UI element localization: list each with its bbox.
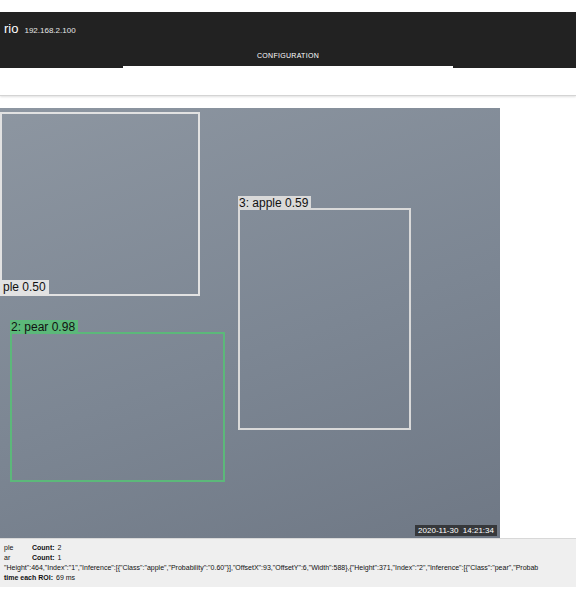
detection-label: ple 0.50 <box>2 280 49 294</box>
results-panel: ple Count:2 ar Count:1"Height":464,"Index":… <box>0 538 576 587</box>
detection-box: ple 0.50 <box>0 112 200 296</box>
class-name: ar <box>4 553 22 562</box>
device-address: 192.168.2.100 <box>24 26 75 35</box>
count-row: ple Count:2 <box>4 543 572 552</box>
header-bar: rio 192.168.2.100 CONFIGURATION <box>0 12 576 68</box>
main-area: ple 0.503: apple 0.592: pear 0.982020-11… <box>0 108 576 538</box>
timing-value: 69 ms <box>56 573 75 582</box>
class-name: ple <box>4 543 22 552</box>
detection-box: 3: apple 0.59 <box>238 208 411 430</box>
side-blank <box>500 108 576 538</box>
detection-label: 3: apple 0.59 <box>238 196 311 210</box>
detection-box: 2: pear 0.98 <box>10 332 225 482</box>
tab-bar: CONFIGURATION <box>0 52 576 68</box>
camera-frame: ple 0.503: apple 0.592: pear 0.982020-11… <box>0 108 500 538</box>
timing-row: time each ROI:69 ms <box>4 573 572 582</box>
app-name: rio <box>4 21 18 36</box>
count-value: Count:2 <box>32 543 61 552</box>
count-value: Count:1 <box>32 553 61 562</box>
sub-bar <box>0 68 576 96</box>
count-row: ar Count:1 <box>4 553 572 562</box>
nav-tab[interactable]: CONFIGURATION <box>123 52 453 68</box>
detection-label: 2: pear 0.98 <box>10 320 78 334</box>
top-gap <box>0 0 576 12</box>
app-page: rio 192.168.2.100 CONFIGURATION ple 0.50 3: … <box>0 0 576 600</box>
raw-output: "Height":464,"Index":"1","Inference":[{"… <box>4 563 572 572</box>
frame-timestamp: 2020-11-30 14:21:34 <box>415 525 497 536</box>
brand-row: rio 192.168.2.100 <box>0 12 576 36</box>
